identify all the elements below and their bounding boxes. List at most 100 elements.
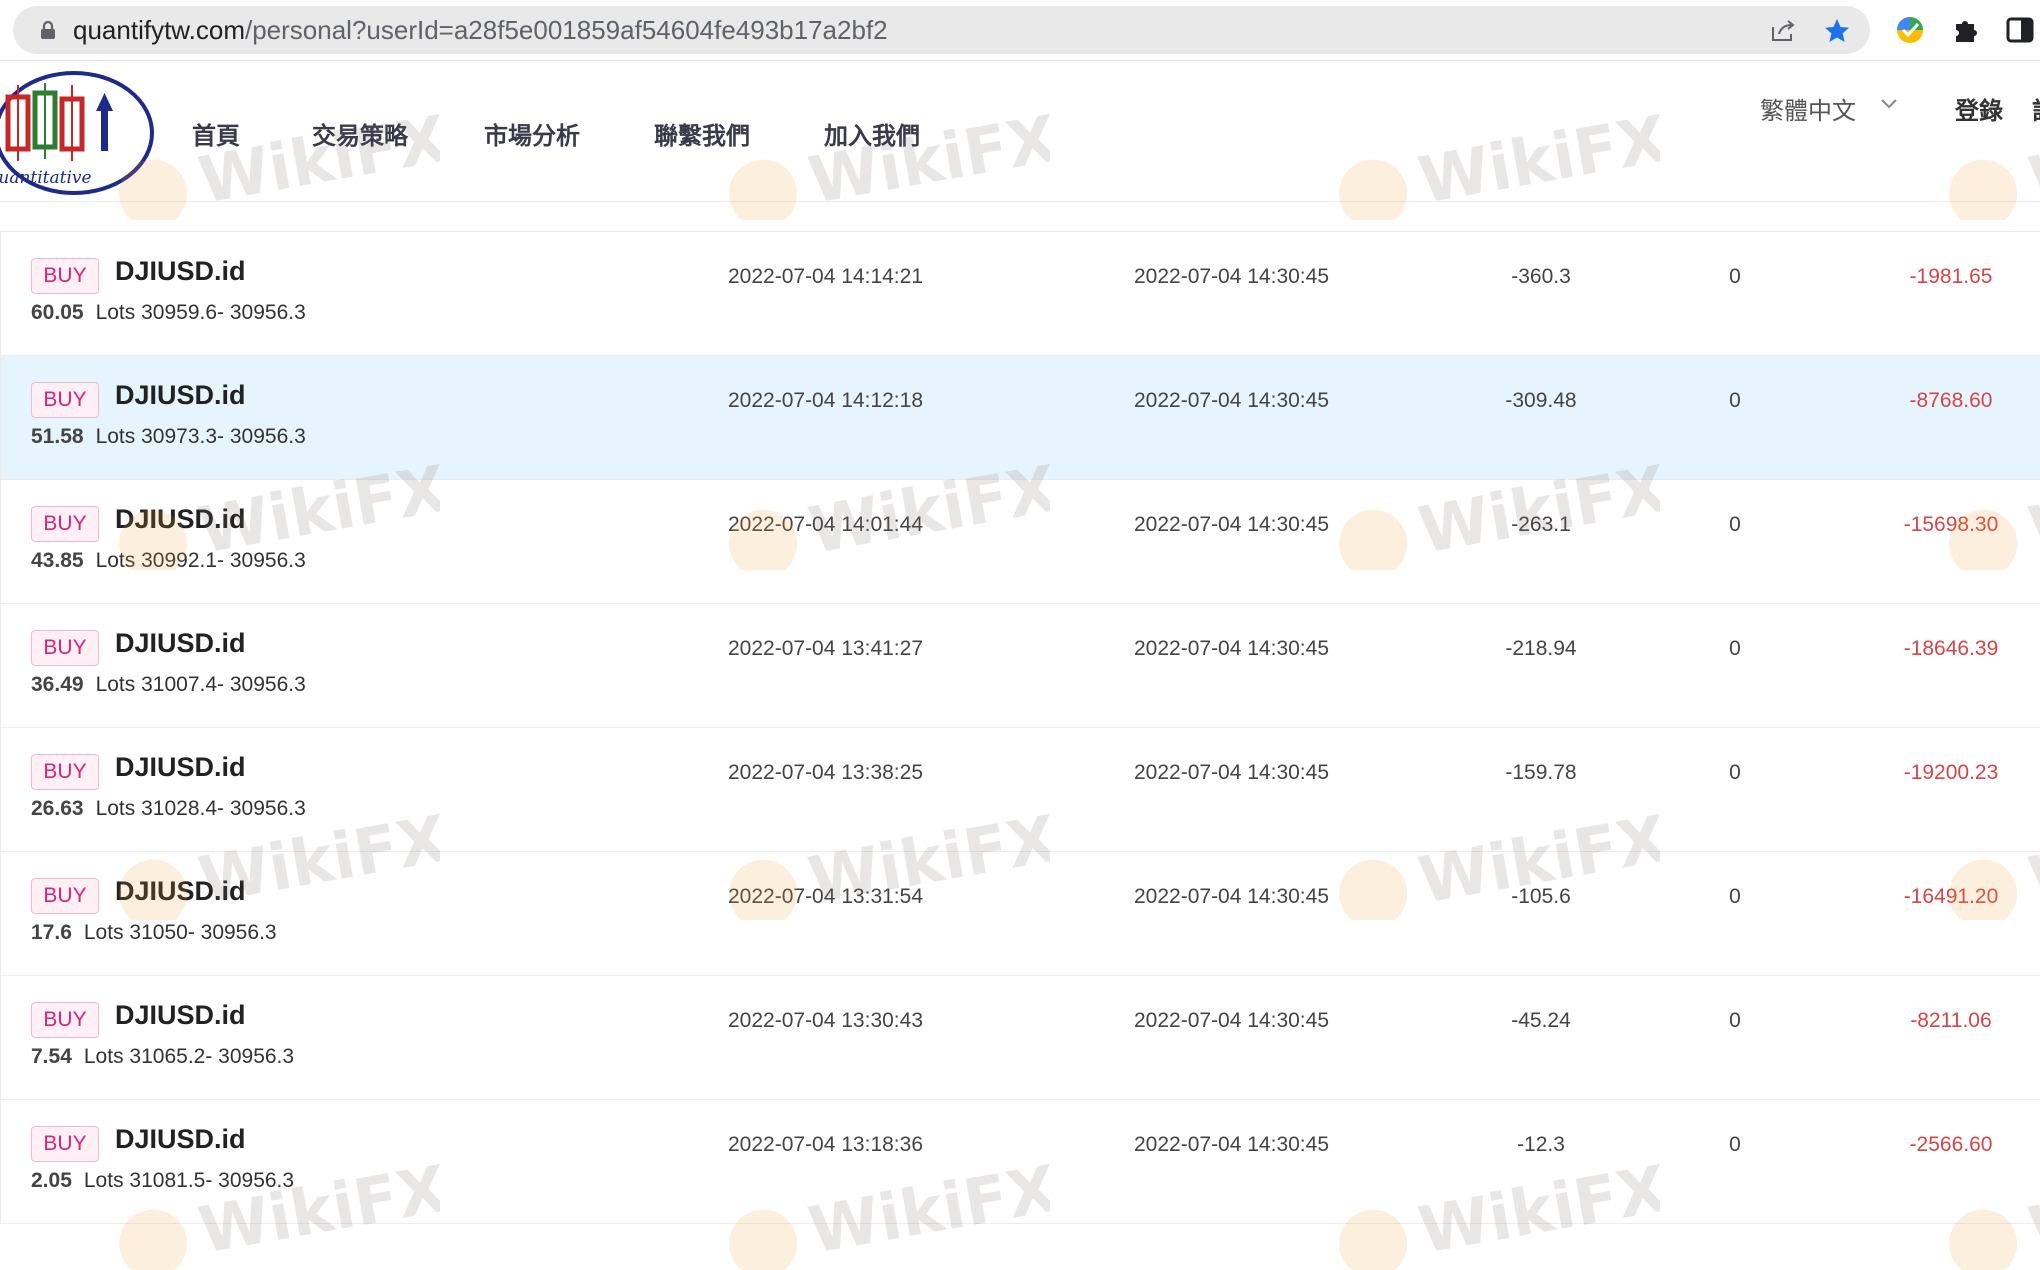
close-time: 2022-07-04 14:30:45: [1134, 637, 1329, 660]
symbol: DJIUSD.id: [115, 628, 246, 658]
nav-trading-strategy[interactable]: 交易策略: [312, 116, 408, 151]
price-range: 30973.3- 30956.3: [141, 425, 306, 448]
profit: -15698.30: [1903, 513, 1999, 536]
side-badge: BUY: [31, 630, 99, 666]
profit: -19200.23: [1903, 761, 1999, 784]
points: -159.78: [1505, 761, 1577, 784]
close-time: 2022-07-04 14:30:45: [1134, 389, 1329, 412]
swap: 0: [1729, 1133, 1741, 1156]
profit: -2566.60: [1909, 1133, 1993, 1156]
swap: 0: [1729, 637, 1741, 660]
table-row[interactable]: BUY DJIUSD.id 26.63 Lots 31028.4- 30956.3…: [0, 728, 2040, 852]
lots-line: 2.05 Lots 31081.5- 30956.3: [31, 1169, 294, 1193]
trade-history-table: BUY DJIUSD.id 60.05 Lots 30959.6- 30956.3…: [0, 202, 2040, 1240]
browser-toolbar: quantifytw.com/personal?userId=a28f5e001…: [0, 0, 2040, 61]
open-time: 2022-07-04 13:18:36: [728, 1133, 923, 1156]
close-time: 2022-07-04 14:30:45: [1134, 885, 1329, 908]
symbol: DJIUSD.id: [115, 752, 246, 782]
nav-join-us[interactable]: 加入我們: [824, 116, 920, 151]
open-time: 2022-07-04 14:01:44: [728, 513, 923, 536]
lock-icon[interactable]: [37, 19, 59, 41]
nav-market-analysis[interactable]: 市場分析: [484, 116, 580, 151]
lots-label: Lots: [95, 425, 136, 448]
profit: -8768.60: [1909, 389, 1993, 412]
table-row[interactable]: BUY DJIUSD.id 36.49 Lots 31007.4- 30956.3…: [0, 604, 2040, 728]
close-time: 2022-07-04 14:30:45: [1134, 265, 1329, 288]
address-bar[interactable]: quantifytw.com/personal?userId=a28f5e001…: [13, 6, 1870, 54]
nav-home[interactable]: 首頁: [192, 116, 240, 151]
swap: 0: [1729, 265, 1741, 288]
table-top-divider: [0, 202, 2040, 232]
table-row[interactable]: BUY DJIUSD.id 7.54 Lots 31065.2- 30956.3 …: [0, 976, 2040, 1100]
side-panel-icon[interactable]: [2004, 14, 2036, 46]
share-icon[interactable]: [1769, 17, 1797, 45]
table-row[interactable]: BUY DJIUSD.id 43.85 Lots 30992.1- 30956.3…: [0, 480, 2040, 604]
symbol: DJIUSD.id: [115, 876, 246, 906]
close-time: 2022-07-04 14:30:45: [1134, 1009, 1329, 1032]
side-badge: BUY: [31, 258, 99, 294]
open-time: 2022-07-04 13:30:43: [728, 1009, 923, 1032]
bookmark-star-icon[interactable]: [1823, 17, 1851, 45]
lots-line: 7.54 Lots 31065.2- 30956.3: [31, 1045, 294, 1069]
profit: -8211.06: [1910, 1009, 1992, 1032]
points: -263.1: [1511, 513, 1571, 536]
close-time: 2022-07-04 14:30:45: [1134, 761, 1329, 784]
profit: -1981.65: [1909, 265, 1993, 288]
symbol: DJIUSD.id: [115, 1124, 246, 1154]
lots-value: 26.63: [31, 797, 84, 820]
price-range: 31065.2- 30956.3: [129, 1045, 295, 1068]
symbol: DJIUSD.id: [115, 256, 246, 286]
price-range: 31050- 30956.3: [129, 921, 277, 944]
quantitative-logo[interactable]: Quantitative: [0, 69, 156, 197]
points: -45.24: [1511, 1009, 1571, 1032]
side-badge: BUY: [31, 754, 99, 790]
side-badge: BUY: [31, 506, 99, 542]
lots-line: 26.63 Lots 31028.4- 30956.3: [31, 797, 306, 821]
lots-label: Lots: [95, 797, 136, 820]
extension-color-icon[interactable]: [1894, 14, 1926, 46]
lots-value: 7.54: [31, 1045, 72, 1068]
table-row[interactable]: BUY DJIUSD.id 60.05 Lots 30959.6- 30956.3…: [0, 232, 2040, 356]
lots-line: 43.85 Lots 30992.1- 30956.3: [31, 549, 306, 573]
lots-label: Lots: [83, 921, 124, 944]
login-link[interactable]: 登錄: [1955, 91, 2003, 126]
lots-label: Lots: [83, 1045, 124, 1068]
lots-value: 43.85: [31, 549, 84, 572]
register-link[interactable]: 註: [2032, 91, 2040, 126]
points: -218.94: [1505, 637, 1577, 660]
lots-value: 51.58: [31, 425, 84, 448]
close-time: 2022-07-04 14:30:45: [1134, 1133, 1329, 1156]
profit: -18646.39: [1903, 637, 1999, 660]
points: -360.3: [1511, 265, 1571, 288]
points: -105.6: [1511, 885, 1571, 908]
side-badge: BUY: [31, 1126, 99, 1162]
table-row[interactable]: BUY DJIUSD.id 51.58 Lots 30973.3- 30956.3…: [0, 356, 2040, 480]
url-host: quantifytw.com: [73, 15, 245, 45]
language-selector[interactable]: 繁體中文: [1760, 91, 1856, 126]
table-row[interactable]: BUY DJIUSD.id 17.6 Lots 31050- 30956.3 20…: [0, 852, 2040, 976]
points: -309.48: [1505, 389, 1577, 412]
site-header: Quantitative 首頁 交易策略 市場分析 聯繫我們 加入我們 繁體中文…: [0, 61, 2040, 202]
symbol: DJIUSD.id: [115, 380, 246, 410]
url-path: /personal?userId=a28f5e001859af54604fe49…: [244, 15, 888, 45]
lots-line: 36.49 Lots 31007.4- 30956.3: [31, 673, 306, 697]
lots-line: 60.05 Lots 30959.6- 30956.3: [31, 301, 306, 325]
profit: -16491.20: [1903, 885, 1999, 908]
table-row[interactable]: BUY DJIUSD.id 2.05 Lots 31081.5- 30956.3 …: [0, 1100, 2040, 1224]
lots-label: Lots: [95, 301, 136, 324]
chevron-down-icon[interactable]: [1880, 97, 1898, 111]
price-range: 31007.4- 30956.3: [141, 673, 306, 696]
lots-value: 60.05: [31, 301, 84, 324]
open-time: 2022-07-04 13:31:54: [728, 885, 923, 908]
extensions-puzzle-icon[interactable]: [1950, 14, 1982, 46]
lots-value: 17.6: [31, 921, 72, 944]
nav-contact-us[interactable]: 聯繫我們: [654, 116, 750, 151]
url-text[interactable]: quantifytw.com/personal?userId=a28f5e001…: [73, 15, 888, 45]
side-badge: BUY: [31, 382, 99, 418]
swap: 0: [1729, 1009, 1741, 1032]
open-time: 2022-07-04 13:41:27: [728, 637, 923, 660]
symbol: DJIUSD.id: [115, 504, 246, 534]
swap: 0: [1729, 389, 1741, 412]
price-range: 30992.1- 30956.3: [141, 549, 306, 572]
open-time: 2022-07-04 13:38:25: [728, 761, 923, 784]
